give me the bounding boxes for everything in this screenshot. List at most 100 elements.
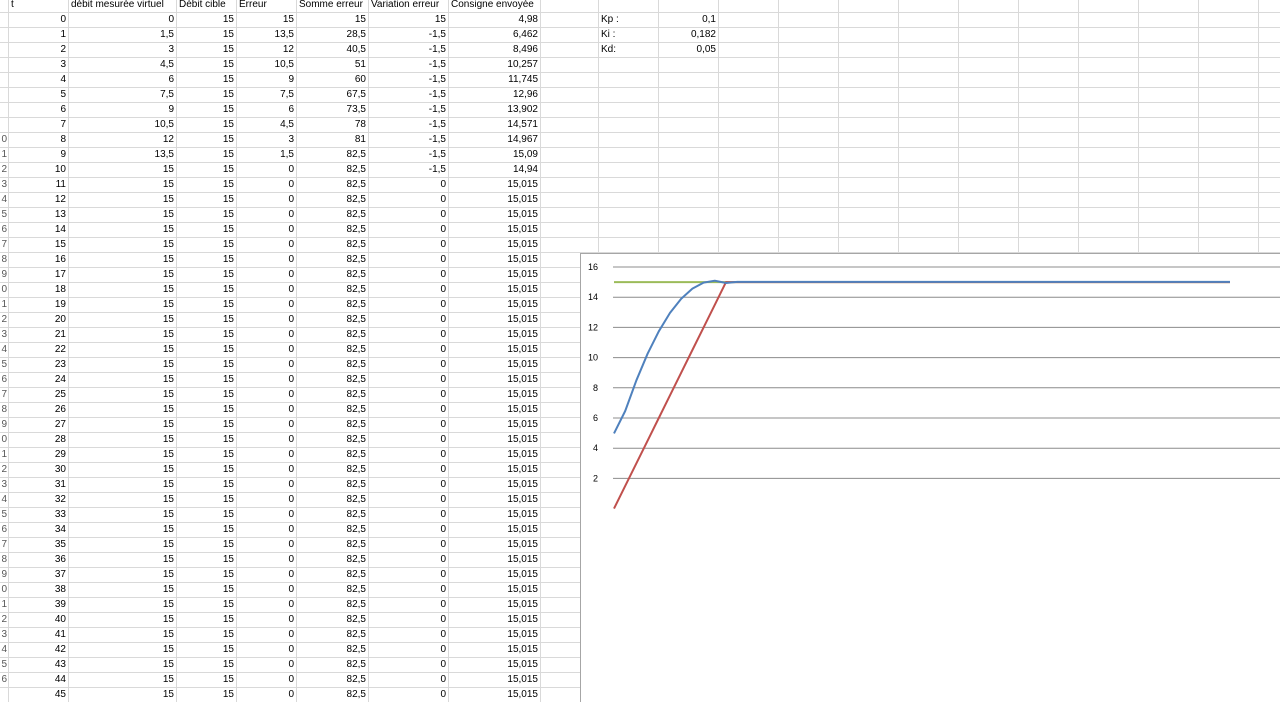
row-header[interactable]: 1	[0, 297, 7, 312]
table-cell[interactable]: 15,015	[448, 507, 540, 522]
table-cell[interactable]: 15	[68, 627, 176, 642]
row-header[interactable]: 8	[0, 252, 7, 267]
table-cell[interactable]: 0	[236, 522, 296, 537]
table-cell[interactable]: 0	[236, 567, 296, 582]
column-header-cell[interactable]: Consigne envoyée	[448, 0, 540, 12]
table-cell[interactable]: 10,257	[448, 57, 540, 72]
table-cell[interactable]: 0	[236, 447, 296, 462]
table-cell[interactable]: -1,5	[368, 72, 448, 87]
table-cell[interactable]: 0	[236, 552, 296, 567]
table-cell[interactable]: 15,015	[448, 612, 540, 627]
table-cell[interactable]: 0	[236, 297, 296, 312]
table-cell[interactable]: 13,5	[68, 147, 176, 162]
table-cell[interactable]: 15	[68, 312, 176, 327]
table-cell[interactable]: 3	[8, 57, 68, 72]
table-cell[interactable]: 3	[68, 42, 176, 57]
table-cell[interactable]: 29	[8, 447, 68, 462]
table-cell[interactable]: 15	[68, 297, 176, 312]
table-cell[interactable]: 82,5	[296, 597, 368, 612]
row-header[interactable]: 8	[0, 552, 7, 567]
table-cell[interactable]: 15	[176, 327, 236, 342]
table-cell[interactable]: 82,5	[296, 222, 368, 237]
table-cell[interactable]: 22	[8, 342, 68, 357]
table-cell[interactable]: 15	[176, 597, 236, 612]
table-cell[interactable]: 43	[8, 657, 68, 672]
table-cell[interactable]: 0	[236, 282, 296, 297]
table-cell[interactable]: 31	[8, 477, 68, 492]
table-cell[interactable]: 7,5	[68, 87, 176, 102]
table-cell[interactable]: 0	[236, 252, 296, 267]
param-value[interactable]: 0,182	[658, 27, 718, 42]
table-cell[interactable]: 15	[176, 627, 236, 642]
row-header[interactable]: 1	[0, 147, 7, 162]
table-cell[interactable]: 82,5	[296, 582, 368, 597]
param-value[interactable]: 0,05	[658, 42, 718, 57]
table-cell[interactable]: 0	[236, 222, 296, 237]
table-cell[interactable]: 0	[368, 417, 448, 432]
table-cell[interactable]: 15	[176, 27, 236, 42]
table-cell[interactable]: 15	[68, 537, 176, 552]
row-header[interactable]: 3	[0, 327, 7, 342]
table-cell[interactable]: 0	[368, 597, 448, 612]
table-cell[interactable]: 15	[68, 192, 176, 207]
table-cell[interactable]: 15,015	[448, 552, 540, 567]
table-cell[interactable]: 15	[68, 672, 176, 687]
table-cell[interactable]: 15	[176, 207, 236, 222]
table-cell[interactable]: 82,5	[296, 552, 368, 567]
table-cell[interactable]: 0	[368, 327, 448, 342]
table-cell[interactable]: 38	[8, 582, 68, 597]
table-cell[interactable]: 6	[236, 102, 296, 117]
table-cell[interactable]: 82,5	[296, 642, 368, 657]
table-cell[interactable]: -1,5	[368, 132, 448, 147]
row-header[interactable]: 3	[0, 477, 7, 492]
table-cell[interactable]: 15	[176, 642, 236, 657]
table-cell[interactable]: 4,98	[448, 12, 540, 27]
table-cell[interactable]: 15	[176, 522, 236, 537]
table-cell[interactable]: 20	[8, 312, 68, 327]
table-cell[interactable]: 0	[368, 612, 448, 627]
table-cell[interactable]: 1,5	[68, 27, 176, 42]
table-cell[interactable]: 0	[236, 432, 296, 447]
table-cell[interactable]: 82,5	[296, 507, 368, 522]
table-cell[interactable]: 0	[368, 432, 448, 447]
table-cell[interactable]: 0	[236, 672, 296, 687]
table-cell[interactable]: 0	[368, 642, 448, 657]
table-cell[interactable]: 15	[176, 267, 236, 282]
table-cell[interactable]: 15	[176, 657, 236, 672]
table-cell[interactable]: 0	[236, 357, 296, 372]
table-cell[interactable]: 15	[176, 552, 236, 567]
row-header[interactable]: 9	[0, 267, 7, 282]
table-cell[interactable]: 15	[68, 222, 176, 237]
table-cell[interactable]: 15	[176, 417, 236, 432]
row-header[interactable]: 4	[0, 492, 7, 507]
param-label[interactable]: Kp :	[598, 12, 658, 27]
table-cell[interactable]: 82,5	[296, 297, 368, 312]
table-cell[interactable]: 15	[176, 72, 236, 87]
table-cell[interactable]: 44	[8, 672, 68, 687]
table-cell[interactable]: 15,015	[448, 207, 540, 222]
table-cell[interactable]: 15	[176, 192, 236, 207]
table-cell[interactable]: 15	[176, 102, 236, 117]
table-cell[interactable]: 15	[68, 267, 176, 282]
table-cell[interactable]: 82,5	[296, 267, 368, 282]
table-cell[interactable]: 12	[68, 132, 176, 147]
table-cell[interactable]: 15,015	[448, 447, 540, 462]
table-cell[interactable]: 0	[368, 282, 448, 297]
table-cell[interactable]: 82,5	[296, 417, 368, 432]
table-cell[interactable]: 16	[8, 252, 68, 267]
table-cell[interactable]: 15,015	[448, 252, 540, 267]
table-cell[interactable]: 0	[368, 687, 448, 702]
table-cell[interactable]: 24	[8, 372, 68, 387]
row-header[interactable]: 7	[0, 387, 7, 402]
table-cell[interactable]: 0	[236, 492, 296, 507]
table-cell[interactable]: 7	[8, 117, 68, 132]
table-cell[interactable]: 15	[176, 312, 236, 327]
table-cell[interactable]: 6,462	[448, 27, 540, 42]
table-cell[interactable]: 15	[176, 687, 236, 702]
table-cell[interactable]: 37	[8, 567, 68, 582]
table-cell[interactable]: 82,5	[296, 477, 368, 492]
table-cell[interactable]: 11,745	[448, 72, 540, 87]
column-header-cell[interactable]: Débit cible	[176, 0, 236, 12]
table-cell[interactable]: 15,015	[448, 387, 540, 402]
table-cell[interactable]: 15	[68, 417, 176, 432]
